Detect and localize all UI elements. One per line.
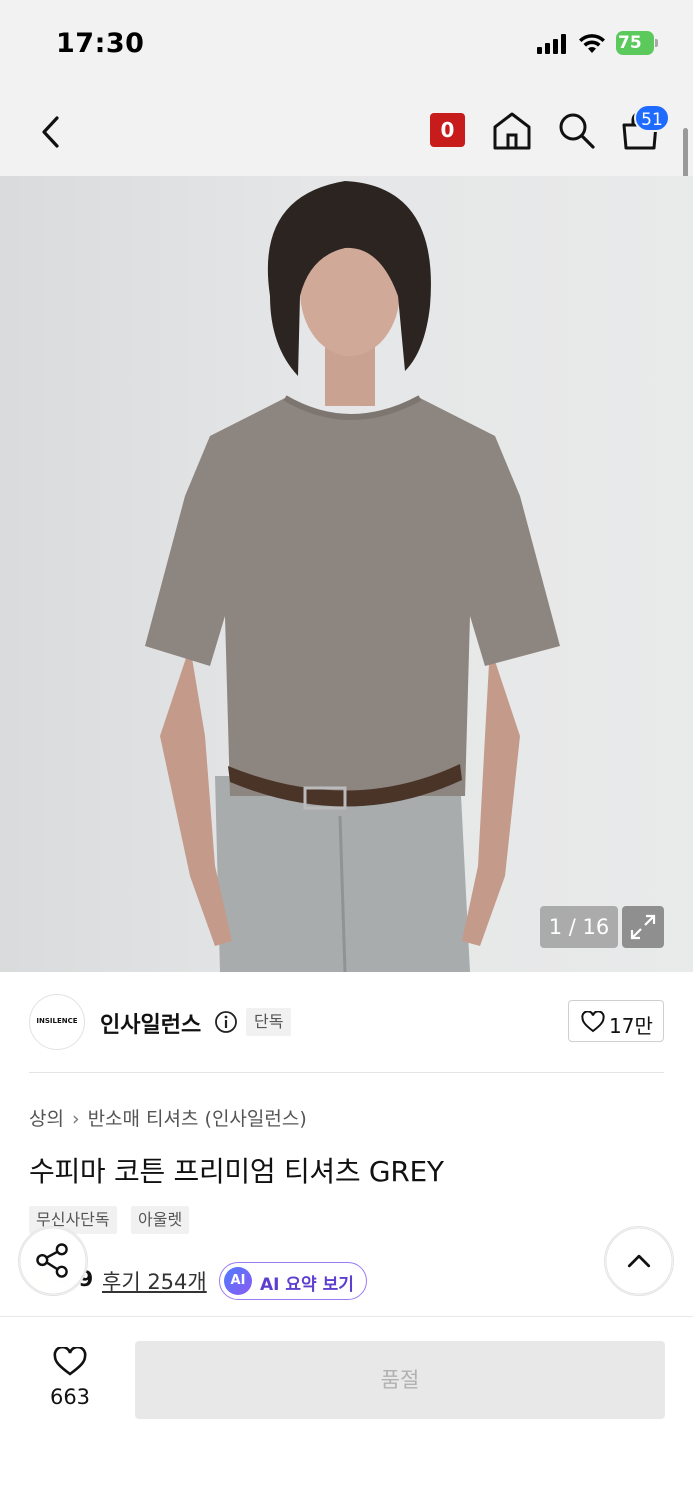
wifi-icon [579,34,605,53]
heart-icon [53,1347,87,1376]
sold-out-button[interactable]: 품절 [135,1341,665,1419]
ai-summary-label: AI 요약 보기 [260,1275,354,1295]
breadcrumb-item[interactable]: 상의 [29,1104,64,1131]
product-image[interactable] [0,176,693,972]
divider [29,1072,664,1073]
cart-count-badge: 51 [634,104,670,132]
model-photo [145,181,560,972]
heart-icon [581,1011,605,1033]
chevron-right-icon: › [71,1108,80,1130]
ai-icon: AI [224,1267,252,1295]
status-bar: 17:30 75 [0,0,693,88]
brand-name[interactable]: 인사일런스 [100,1007,201,1039]
scroll-top-icon[interactable] [604,1226,674,1296]
share-icon[interactable] [18,1226,88,1296]
status-time: 17:30 [56,28,145,59]
expand-icon[interactable] [622,906,664,948]
review-count-link[interactable]: 후기 254개 [102,1266,207,1296]
product-tag: 아울렛 [131,1206,190,1234]
wishlist-button[interactable]: 663 [34,1345,106,1417]
brand-like-button[interactable]: 17만 [568,1000,664,1042]
points-badge[interactable]: 0 [430,113,465,147]
brand-like-count: 17만 [609,1014,653,1038]
breadcrumb: 상의 › 반소매 티셔츠 (인사일런스) [29,1104,307,1131]
ai-summary-button[interactable]: AI AI 요약 보기 [219,1262,367,1300]
exclusive-tag: 단독 [246,1008,292,1036]
home-icon[interactable] [492,110,532,152]
chevron-left-icon[interactable] [32,110,72,154]
cellular-signal-icon [537,34,566,54]
battery-icon: 75 [616,31,658,55]
wishlist-count: 663 [49,1385,91,1409]
brand-logo-text: INSILENCE [36,1017,78,1025]
search-icon[interactable] [556,110,596,150]
image-counter: 1 / 16 [540,906,618,948]
product-title: 수피마 코튼 프리미엄 티셔츠 GREY [29,1155,444,1188]
brand-logo[interactable]: INSILENCE [29,994,85,1050]
top-nav-bar: 0 51 [0,88,693,176]
info-icon[interactable] [214,1010,238,1034]
battery-level: 75 [618,33,642,53]
breadcrumb-item[interactable]: 반소매 티셔츠 (인사일런스) [88,1104,307,1131]
bottom-action-bar: 663 품절 [0,1316,693,1500]
